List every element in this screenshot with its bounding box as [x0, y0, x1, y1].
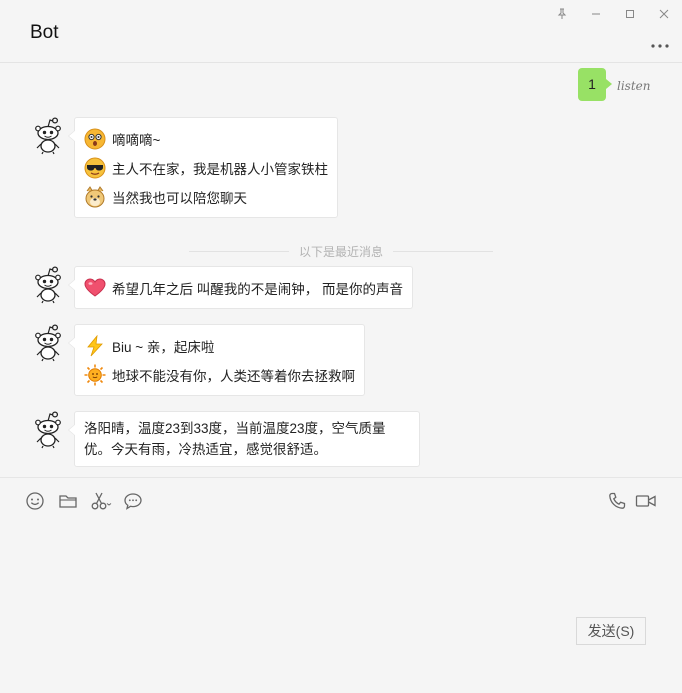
- emoji-icon[interactable]: [25, 491, 45, 511]
- lightning-icon: [84, 334, 106, 357]
- bot-avatar[interactable]: [34, 411, 62, 449]
- chat-area[interactable]: 1 listen 嘀嘀嘀~ 主人不在家，我是机器人小管家铁柱 当然我也可以陪您聊…: [0, 63, 682, 476]
- sun-icon: [84, 364, 106, 386]
- bubble-text: Biu ~ 亲，起床啦: [112, 339, 215, 355]
- outgoing-message: 1 listen: [578, 67, 651, 101]
- bot-avatar[interactable]: [34, 324, 62, 362]
- doge-icon: [84, 185, 106, 208]
- heart-icon: [84, 277, 106, 299]
- chat-header: Bot: [0, 0, 682, 63]
- bot-bubble[interactable]: Biu ~ 亲，起床啦 地球不能没有你，人类还等着你去拯救啊: [68, 324, 365, 396]
- bot-message: Biu ~ 亲，起床啦 地球不能没有你，人类还等着你去拯救啊: [34, 324, 365, 396]
- more-icon[interactable]: [650, 36, 670, 54]
- send-button[interactable]: 发送(S): [576, 617, 646, 645]
- bot-bubble[interactable]: 洛阳晴，温度23到33度，当前温度23度，空气质量优。今天有雨，冷热适宜，感觉很…: [68, 411, 420, 467]
- outgoing-bubble[interactable]: 1: [578, 67, 612, 101]
- bot-bubble[interactable]: 嘀嘀嘀~ 主人不在家，我是机器人小管家铁柱 当然我也可以陪您聊天: [68, 117, 338, 218]
- folder-icon[interactable]: [58, 491, 78, 511]
- bubble-text: 希望几年之后 叫醒我的不是闹钟， 而是你的声音: [112, 281, 404, 297]
- bubble-line: 主人不在家，我是机器人小管家铁柱: [84, 153, 328, 182]
- sunglasses-face-icon: [84, 157, 106, 179]
- recent-messages-divider: 以下是最近消息: [189, 243, 494, 259]
- phone-icon[interactable]: [607, 491, 627, 511]
- bot-bubble[interactable]: 希望几年之后 叫醒我的不是闹钟， 而是你的声音: [67, 266, 414, 309]
- shocked-face-icon: [84, 128, 106, 150]
- user-avatar-text: listen: [617, 79, 650, 93]
- bot-message: 洛阳晴，温度23到33度，当前温度23度，空气质量优。今天有雨，冷热适宜，感觉很…: [34, 411, 420, 467]
- bubble-line: Biu ~ 亲，起床啦: [84, 331, 355, 360]
- bot-avatar[interactable]: [34, 117, 62, 155]
- divider-text: 以下是最近消息: [299, 244, 384, 259]
- bubble-line: 当然我也可以陪您聊天: [84, 182, 328, 211]
- user-avatar[interactable]: listen: [616, 67, 651, 101]
- bot-message: 希望几年之后 叫醒我的不是闹钟， 而是你的声音: [34, 266, 414, 309]
- chat-bubble-icon[interactable]: [123, 491, 143, 511]
- bubble-text: 当然我也可以陪您聊天: [112, 190, 247, 206]
- bubble-text: 地球不能没有你，人类还等着你去拯救啊: [112, 368, 355, 384]
- bubble-line: 地球不能没有你，人类还等着你去拯救啊: [84, 360, 355, 389]
- bubble-text: 主人不在家，我是机器人小管家铁柱: [112, 161, 328, 177]
- divider-rule: [189, 250, 289, 252]
- bubble-text: 嘀嘀嘀~: [112, 132, 161, 148]
- bubble-text: 洛阳晴，温度23到33度，当前温度23度，空气质量优。今天有雨，冷热适宜，感觉很…: [84, 421, 386, 457]
- input-toolbar: [0, 477, 682, 522]
- bubble-line: 希望几年之后 叫醒我的不是闹钟， 而是你的声音: [84, 273, 403, 302]
- chat-title: Bot: [30, 22, 59, 43]
- bot-avatar[interactable]: [34, 266, 62, 304]
- scissors-icon[interactable]: [90, 491, 112, 511]
- divider-rule: [393, 250, 494, 252]
- video-icon[interactable]: [635, 491, 657, 511]
- bubble-line: 嘀嘀嘀~: [84, 124, 328, 153]
- bot-message: 嘀嘀嘀~ 主人不在家，我是机器人小管家铁柱 当然我也可以陪您聊天: [34, 117, 338, 218]
- message-input[interactable]: 发送(S): [0, 522, 682, 652]
